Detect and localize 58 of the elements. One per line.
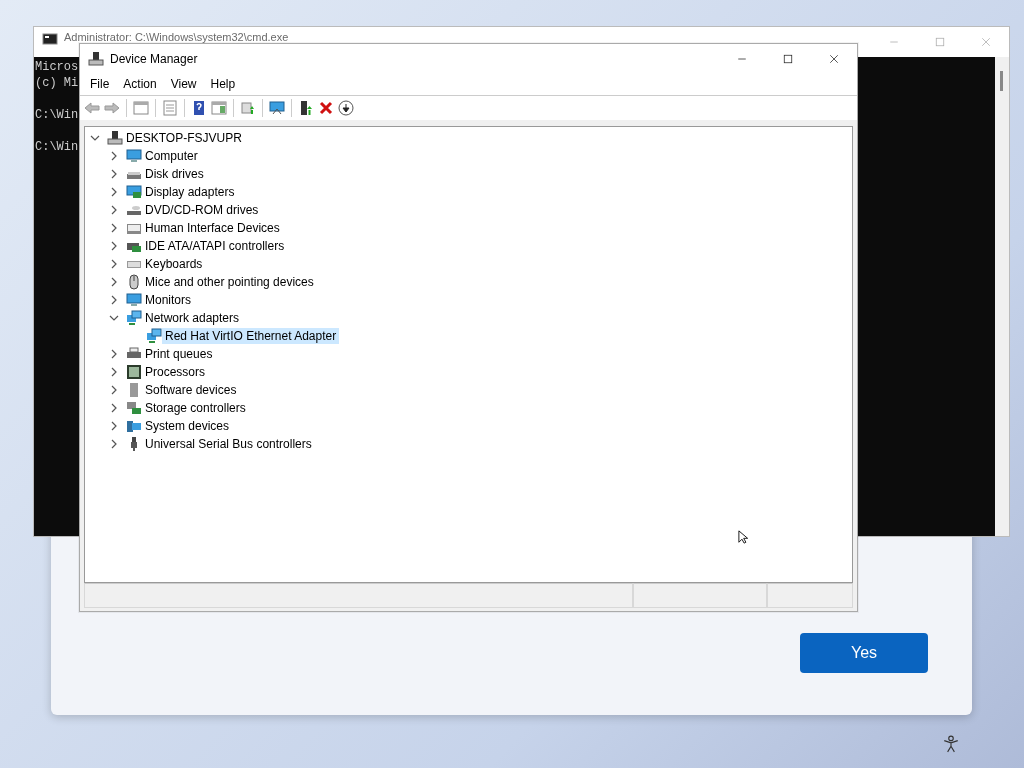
console-text: Micros	[35, 60, 79, 74]
tree-item[interactable]: Mice and other pointing devices	[142, 274, 317, 290]
maximize-icon	[934, 36, 946, 48]
tree-item[interactable]: Universal Serial Bus controllers	[142, 436, 315, 452]
network-icon	[126, 310, 142, 326]
back-icon	[84, 100, 100, 116]
monitor-icon	[269, 100, 285, 116]
network-icon	[146, 328, 162, 344]
pane-icon	[211, 100, 227, 116]
monitor-icon	[126, 292, 142, 308]
tree-item[interactable]: Software devices	[142, 382, 240, 398]
mouse-icon	[126, 274, 142, 290]
monitor-icon	[126, 148, 142, 164]
tree-item[interactable]: Computer	[142, 148, 201, 164]
tree-item[interactable]: IDE ATA/ATAPI controllers	[142, 238, 288, 254]
storage-icon	[126, 400, 142, 416]
window-title: Administrator: C:\Windows\system32\cmd.exe	[64, 31, 289, 43]
tree-item[interactable]: Red Hat VirtIO Ethernet Adapter	[162, 328, 340, 344]
system-icon	[126, 418, 142, 434]
help-icon	[191, 100, 207, 116]
close-icon	[980, 36, 992, 48]
computer-icon	[88, 50, 104, 67]
display-card-icon	[126, 184, 142, 200]
update-driver-icon	[298, 100, 314, 116]
forward-icon	[104, 100, 120, 116]
menu-item[interactable]: Action	[116, 75, 164, 93]
tree-item[interactable]: Print queues	[142, 346, 216, 362]
tree-item[interactable]: Disk drives	[142, 166, 207, 182]
console-text: C:\Win	[35, 140, 79, 154]
tree-item[interactable]: Display adapters	[142, 184, 238, 200]
computer-icon	[107, 130, 123, 146]
menu-item[interactable]: File	[83, 75, 117, 93]
accessibility-icon	[942, 735, 960, 753]
yes-button[interactable]: Yes	[800, 633, 928, 673]
console-app-icon	[42, 31, 58, 47]
tree-item[interactable]: DVD/CD-ROM drives	[142, 202, 262, 218]
scrollbar-thumb[interactable]	[1000, 71, 1003, 91]
scan-icon	[240, 100, 256, 116]
tree-item[interactable]: Processors	[142, 364, 209, 380]
tree-item[interactable]: Monitors	[142, 292, 194, 308]
tree-item[interactable]: System devices	[142, 418, 233, 434]
tree-item[interactable]: Keyboards	[142, 256, 206, 272]
menu-item[interactable]: View	[163, 75, 204, 93]
tree-item[interactable]: Network adapters	[142, 310, 243, 326]
properties-icon	[162, 100, 178, 116]
pane-icon	[133, 100, 149, 116]
menu-item[interactable]: Help	[203, 75, 243, 93]
tree-item[interactable]: Human Interface Devices	[142, 220, 283, 236]
close-icon	[828, 52, 840, 65]
chip-icon	[126, 364, 142, 380]
window-title: Device Manager	[110, 51, 198, 66]
tree-item[interactable]: Storage controllers	[142, 400, 249, 416]
tree-item[interactable]: DESKTOP-FSJVUPR	[123, 130, 245, 146]
console-text: C:\Win	[35, 108, 79, 122]
console-text: (c) Mi	[35, 76, 79, 90]
uninstall-icon	[318, 100, 334, 116]
maximize-icon	[782, 52, 794, 65]
disable-icon	[338, 100, 354, 116]
